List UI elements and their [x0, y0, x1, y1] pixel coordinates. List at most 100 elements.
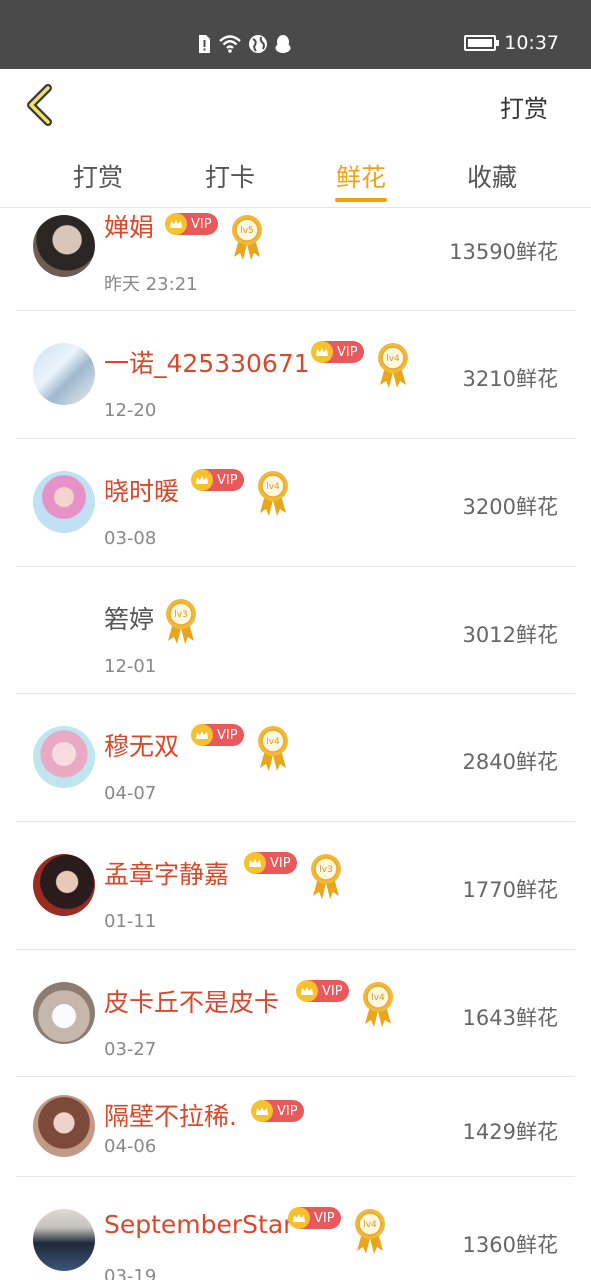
svg-text:lv3: lv3	[174, 610, 188, 620]
level-medal-icon: lv4	[354, 1209, 385, 1254]
svg-text:lv4: lv4	[371, 993, 385, 1003]
crown-icon	[191, 469, 213, 491]
svg-text:lv4: lv4	[266, 482, 280, 492]
vip-badge: VIP	[165, 213, 218, 235]
level-medal-icon: lv4	[257, 726, 288, 771]
vip-badge: VIP	[251, 1100, 304, 1122]
status-right: 10:37	[464, 32, 559, 54]
crown-icon	[288, 1207, 310, 1229]
avatar	[33, 726, 95, 788]
tab-flowers[interactable]: 鲜花	[311, 158, 411, 194]
timestamp: 12-20	[104, 400, 157, 421]
list-item[interactable]: 穆无双 VIP lv4 04-07 2840鲜花	[16, 694, 575, 822]
status-icons	[196, 33, 292, 55]
avatar	[33, 215, 95, 277]
badges: VIP lv4	[191, 469, 290, 517]
vip-badge: VIP	[296, 980, 349, 1002]
user-name: 箬婷	[104, 605, 155, 634]
reward-link[interactable]: 打赏	[500, 89, 548, 124]
list-item[interactable]: 隔壁不拉稀. VIP 04-06 1429鲜花	[16, 1077, 575, 1177]
flower-amount: 1429鲜花	[462, 1120, 558, 1144]
avatar	[33, 1209, 95, 1271]
list-item[interactable]: 婵娟 VIP lv5 昨天 23:21 13590鲜花	[16, 208, 575, 311]
vip-badge: VIP	[311, 341, 364, 363]
list-item[interactable]: 孟章字静嘉 VIP lv3 01-11 1770鲜花	[16, 822, 575, 950]
svg-text:lv5: lv5	[240, 226, 254, 236]
user-name: 婵娟	[104, 213, 155, 242]
vip-badge: VIP	[288, 1207, 341, 1229]
user-name: SeptemberStar	[104, 1210, 294, 1239]
crown-icon	[165, 213, 187, 235]
back-arrow-icon[interactable]	[22, 83, 56, 127]
tab-checkin[interactable]: 打卡	[180, 158, 280, 194]
timestamp: 12-01	[104, 656, 157, 677]
crown-icon	[296, 980, 318, 1002]
badges: VIP lv3	[244, 852, 343, 900]
svg-text:lv4: lv4	[266, 737, 280, 747]
level-medal-icon: lv5	[231, 215, 262, 260]
avatar	[33, 343, 95, 405]
tab-favorites[interactable]: 收藏	[442, 158, 542, 194]
flower-amount: 3210鲜花	[462, 367, 558, 391]
crown-icon	[191, 724, 213, 746]
user-name: 隔壁不拉稀.	[104, 1102, 237, 1131]
flower-amount: 2840鲜花	[462, 750, 558, 774]
level-medal-icon: lv4	[257, 471, 288, 516]
badges: VIP lv4	[191, 724, 290, 772]
timestamp: 04-06	[104, 1136, 157, 1157]
list-item[interactable]: 皮卡丘不是皮卡 VIP lv4 03-27 1643鲜花	[16, 950, 575, 1077]
flower-amount: 1770鲜花	[462, 878, 558, 902]
timestamp: 04-07	[104, 783, 157, 804]
crown-icon	[244, 852, 266, 874]
list-item[interactable]: 晓时暖 VIP lv4 03-08 3200鲜花	[16, 439, 575, 567]
list-item[interactable]: SeptemberStar VIP lv4 03-19 1360鲜花	[16, 1177, 575, 1280]
battery-icon	[464, 35, 500, 51]
sim-alert-icon	[199, 35, 210, 53]
badges: VIP lv4	[296, 980, 395, 1028]
timestamp: 昨天 23:21	[104, 274, 198, 295]
badges: lv3	[164, 597, 198, 645]
level-medal-icon: lv4	[362, 982, 393, 1027]
vip-badge: VIP	[191, 724, 244, 746]
flower-amount: 3200鲜花	[462, 495, 558, 519]
list-item[interactable]: 箬婷 lv3 12-01 3012鲜花	[16, 567, 575, 694]
wifi-icon	[219, 35, 241, 53]
clock: 10:37	[504, 32, 559, 54]
user-name: 晓时暖	[104, 477, 180, 506]
vip-badge: VIP	[191, 469, 244, 491]
badges: VIP lv4	[311, 341, 410, 389]
level-medal-icon: lv4	[377, 343, 408, 388]
user-name: 穆无双	[104, 732, 180, 761]
avatar	[33, 471, 95, 533]
avatar	[33, 854, 95, 916]
list-item[interactable]: 一诺_425330671 VIP lv4 12-20 3210鲜花	[16, 311, 575, 439]
vip-badge: VIP	[244, 852, 297, 874]
level-medal-icon: lv3	[166, 599, 196, 644]
user-name: 孟章字静嘉	[104, 860, 230, 889]
timestamp: 03-08	[104, 528, 157, 549]
avatar	[33, 982, 95, 1044]
timestamp: 03-27	[104, 1039, 157, 1060]
flower-amount: 3012鲜花	[462, 623, 558, 647]
timestamp: 01-11	[104, 911, 157, 932]
level-medal-icon: lv3	[310, 854, 341, 899]
crown-icon	[311, 341, 333, 363]
user-name: 一诺_425330671	[104, 349, 310, 378]
flower-amount: 1643鲜花	[462, 1006, 558, 1030]
svg-text:lv4: lv4	[363, 1220, 377, 1230]
globe-icon	[249, 35, 267, 53]
crown-icon	[251, 1100, 273, 1122]
tab-bar: 打赏 打卡 鲜花 收藏	[0, 144, 591, 208]
top-bar: 打赏	[0, 69, 591, 144]
flower-amount: 1360鲜花	[462, 1233, 558, 1257]
timestamp: 03-19	[104, 1266, 157, 1280]
badges: VIP lv5	[165, 213, 264, 261]
badges: VIP lv4	[288, 1207, 387, 1255]
tab-active-indicator	[335, 198, 387, 202]
avatar	[33, 1095, 95, 1157]
svg-text:lv3: lv3	[319, 865, 333, 875]
flower-ranking-list: 婵娟 VIP lv5 昨天 23:21 13590鲜花 一诺_425330671…	[0, 208, 591, 1280]
svg-text:lv4: lv4	[386, 354, 400, 364]
user-name: 皮卡丘不是皮卡	[104, 988, 280, 1017]
tab-reward[interactable]: 打赏	[48, 158, 148, 194]
